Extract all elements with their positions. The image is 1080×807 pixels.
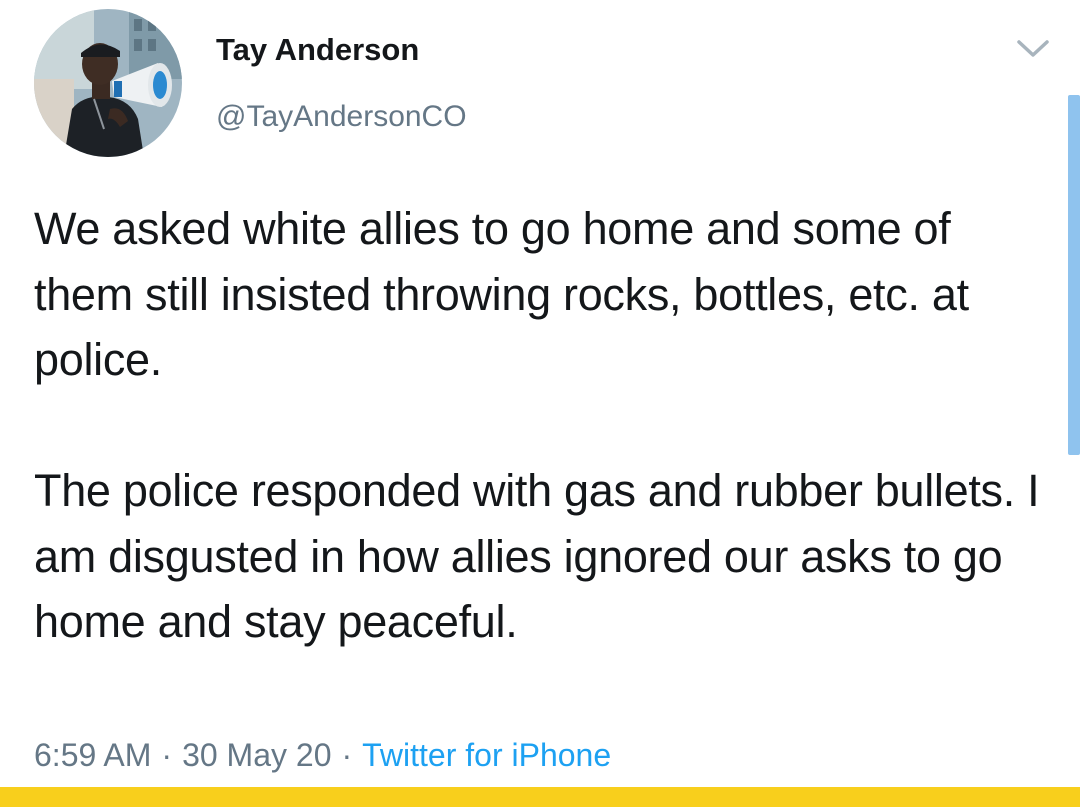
tweet-meta: 6:59 AM · 30 May 20 · Twitter for iPhone — [34, 737, 611, 774]
avatar-image — [34, 9, 182, 157]
user-handle[interactable]: @TayAndersonCO — [216, 100, 467, 134]
bottom-band — [0, 787, 1080, 807]
display-name[interactable]: Tay Anderson — [216, 32, 419, 68]
tweet-date[interactable]: 30 May 20 — [182, 737, 331, 773]
tweet-time[interactable]: 6:59 AM — [34, 737, 151, 773]
tweet-paragraph: We asked white allies to go home and som… — [34, 203, 969, 385]
tweet-text: We asked white allies to go home and som… — [34, 196, 1044, 655]
scrollbar[interactable] — [1068, 95, 1080, 455]
chevron-down-icon[interactable] — [1015, 37, 1051, 61]
separator: · — [341, 737, 353, 773]
tweet-paragraph: The police responded with gas and rubber… — [34, 465, 1040, 647]
separator: · — [161, 737, 173, 773]
tweet-card: Tay Anderson @TayAndersonCO We asked whi… — [0, 0, 1080, 807]
tweet-source-link[interactable]: Twitter for iPhone — [362, 737, 611, 773]
avatar[interactable] — [34, 9, 182, 157]
